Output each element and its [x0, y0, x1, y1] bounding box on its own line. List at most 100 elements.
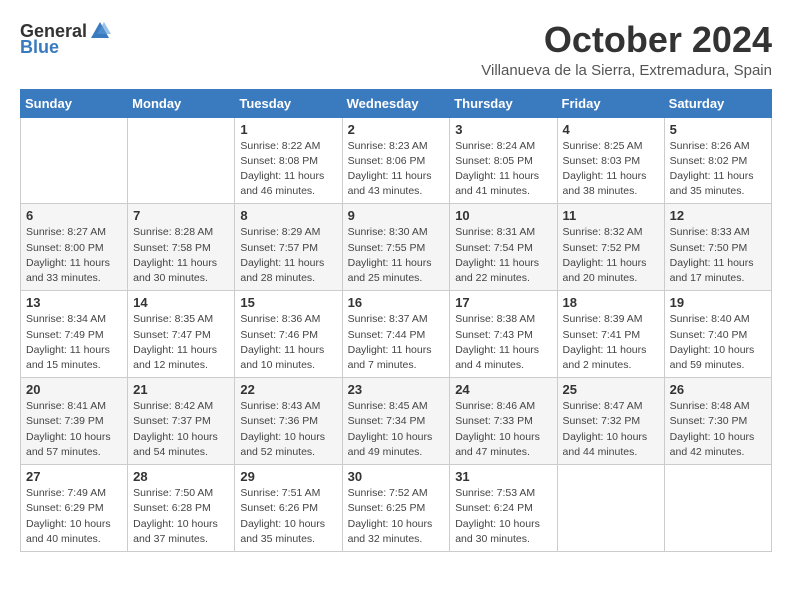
calendar-cell: 17 Sunrise: 8:38 AM Sunset: 7:43 PM Dayli…: [450, 291, 557, 378]
day-number: 5: [670, 122, 766, 137]
day-info: Sunrise: 8:24 AM Sunset: 8:05 PM Dayligh…: [455, 139, 551, 200]
day-info: Sunrise: 8:30 AM Sunset: 7:55 PM Dayligh…: [348, 225, 445, 286]
day-number: 19: [670, 295, 766, 310]
calendar-cell: 16 Sunrise: 8:37 AM Sunset: 7:44 PM Dayli…: [342, 291, 450, 378]
day-number: 6: [26, 208, 122, 223]
calendar-cell: 28 Sunrise: 7:50 AM Sunset: 6:28 PM Dayli…: [128, 465, 235, 552]
calendar-week-row: 1 Sunrise: 8:22 AM Sunset: 8:08 PM Daylig…: [21, 117, 772, 204]
day-number: 29: [240, 469, 336, 484]
page-header: General Blue October 2024 Villanueva de …: [20, 20, 772, 79]
calendar-cell: 23Sunrise: 8:45 AM Sunset: 7:34 PM Dayli…: [342, 378, 450, 465]
calendar-cell: 3Sunrise: 8:24 AM Sunset: 8:05 PM Daylig…: [450, 117, 557, 204]
day-info: Sunrise: 8:28 AM Sunset: 7:58 PM Dayligh…: [133, 225, 229, 286]
calendar-cell: [21, 117, 128, 204]
day-number: 9: [348, 208, 445, 223]
day-number: 21: [133, 382, 229, 397]
day-info: Sunrise: 8:41 AM Sunset: 7:39 PM Dayligh…: [26, 399, 122, 460]
day-info: Sunrise: 8:23 AM Sunset: 8:06 PM Dayligh…: [348, 139, 445, 200]
day-info: Sunrise: 8:45 AM Sunset: 7:34 PM Dayligh…: [348, 399, 445, 460]
day-number: 13: [26, 295, 122, 310]
calendar-cell: 29 Sunrise: 7:51 AM Sunset: 6:26 PM Dayli…: [235, 465, 342, 552]
calendar-cell: 1 Sunrise: 8:22 AM Sunset: 8:08 PM Daylig…: [235, 117, 342, 204]
weekday-header-wednesday: Wednesday: [342, 89, 450, 117]
day-info: Sunrise: 8:35 AM Sunset: 7:47 PM Dayligh…: [133, 312, 229, 373]
day-info: Sunrise: 7:51 AM Sunset: 6:26 PM Dayligh…: [240, 486, 336, 547]
calendar-cell: 21Sunrise: 8:42 AM Sunset: 7:37 PM Dayli…: [128, 378, 235, 465]
calendar-cell: [664, 465, 771, 552]
day-number: 26: [670, 382, 766, 397]
weekday-header-sunday: Sunday: [21, 89, 128, 117]
day-info: Sunrise: 8:37 AM Sunset: 7:44 PM Dayligh…: [348, 312, 445, 373]
day-info: Sunrise: 8:48 AM Sunset: 7:30 PM Dayligh…: [670, 399, 766, 460]
calendar-cell: 7 Sunrise: 8:28 AM Sunset: 7:58 PM Daylig…: [128, 204, 235, 291]
calendar-week-row: 20 Sunrise: 8:41 AM Sunset: 7:39 PM Dayli…: [21, 378, 772, 465]
weekday-header-thursday: Thursday: [450, 89, 557, 117]
day-number: 28: [133, 469, 229, 484]
calendar-cell: 27 Sunrise: 7:49 AM Sunset: 6:29 PM Dayli…: [21, 465, 128, 552]
calendar-cell: 18 Sunrise: 8:39 AM Sunset: 7:41 PM Dayli…: [557, 291, 664, 378]
weekday-header-friday: Friday: [557, 89, 664, 117]
day-info: Sunrise: 8:43 AM Sunset: 7:36 PM Dayligh…: [240, 399, 336, 460]
day-info: Sunrise: 8:31 AM Sunset: 7:54 PM Dayligh…: [455, 225, 551, 286]
day-number: 20: [26, 382, 122, 397]
calendar-cell: 22 Sunrise: 8:43 AM Sunset: 7:36 PM Dayli…: [235, 378, 342, 465]
calendar-week-row: 27 Sunrise: 7:49 AM Sunset: 6:29 PM Dayli…: [21, 465, 772, 552]
day-number: 1: [240, 122, 336, 137]
day-info: Sunrise: 8:29 AM Sunset: 7:57 PM Dayligh…: [240, 225, 336, 286]
day-info: Sunrise: 8:27 AM Sunset: 8:00 PM Dayligh…: [26, 225, 122, 286]
day-number: 27: [26, 469, 122, 484]
calendar-cell: 14 Sunrise: 8:35 AM Sunset: 7:47 PM Dayli…: [128, 291, 235, 378]
day-number: 7: [133, 208, 229, 223]
calendar-cell: 4Sunrise: 8:25 AM Sunset: 8:03 PM Daylig…: [557, 117, 664, 204]
calendar-cell: 2 Sunrise: 8:23 AM Sunset: 8:06 PM Daylig…: [342, 117, 450, 204]
day-info: Sunrise: 8:32 AM Sunset: 7:52 PM Dayligh…: [563, 225, 659, 286]
day-info: Sunrise: 8:47 AM Sunset: 7:32 PM Dayligh…: [563, 399, 659, 460]
day-info: Sunrise: 7:53 AM Sunset: 6:24 PM Dayligh…: [455, 486, 551, 547]
day-info: Sunrise: 8:33 AM Sunset: 7:50 PM Dayligh…: [670, 225, 766, 286]
calendar-cell: 11 Sunrise: 8:32 AM Sunset: 7:52 PM Dayli…: [557, 204, 664, 291]
calendar-cell: 20 Sunrise: 8:41 AM Sunset: 7:39 PM Dayli…: [21, 378, 128, 465]
month-title: October 2024: [481, 20, 772, 60]
day-number: 12: [670, 208, 766, 223]
day-number: 8: [240, 208, 336, 223]
day-info: Sunrise: 8:22 AM Sunset: 8:08 PM Dayligh…: [240, 139, 336, 200]
day-number: 14: [133, 295, 229, 310]
day-info: Sunrise: 8:38 AM Sunset: 7:43 PM Dayligh…: [455, 312, 551, 373]
title-block: October 2024 Villanueva de la Sierra, Ex…: [481, 20, 772, 79]
day-info: Sunrise: 8:34 AM Sunset: 7:49 PM Dayligh…: [26, 312, 122, 373]
day-number: 16: [348, 295, 445, 310]
location-title: Villanueva de la Sierra, Extremadura, Sp…: [481, 62, 772, 79]
day-number: 11: [563, 208, 659, 223]
calendar-cell: [557, 465, 664, 552]
logo-blue: Blue: [20, 38, 59, 56]
calendar-cell: 25 Sunrise: 8:47 AM Sunset: 7:32 PM Dayli…: [557, 378, 664, 465]
day-info: Sunrise: 8:36 AM Sunset: 7:46 PM Dayligh…: [240, 312, 336, 373]
calendar-cell: 5 Sunrise: 8:26 AM Sunset: 8:02 PM Daylig…: [664, 117, 771, 204]
calendar-cell: 26 Sunrise: 8:48 AM Sunset: 7:30 PM Dayli…: [664, 378, 771, 465]
day-number: 22: [240, 382, 336, 397]
logo: General Blue: [20, 20, 111, 56]
day-info: Sunrise: 8:40 AM Sunset: 7:40 PM Dayligh…: [670, 312, 766, 373]
day-number: 15: [240, 295, 336, 310]
calendar-cell: 10Sunrise: 8:31 AM Sunset: 7:54 PM Dayli…: [450, 204, 557, 291]
calendar-cell: 9 Sunrise: 8:30 AM Sunset: 7:55 PM Daylig…: [342, 204, 450, 291]
day-info: Sunrise: 8:26 AM Sunset: 8:02 PM Dayligh…: [670, 139, 766, 200]
day-info: Sunrise: 8:46 AM Sunset: 7:33 PM Dayligh…: [455, 399, 551, 460]
logo-icon: [89, 20, 111, 42]
day-info: Sunrise: 7:50 AM Sunset: 6:28 PM Dayligh…: [133, 486, 229, 547]
day-number: 2: [348, 122, 445, 137]
weekday-header-row: SundayMondayTuesdayWednesdayThursdayFrid…: [21, 89, 772, 117]
calendar-week-row: 13 Sunrise: 8:34 AM Sunset: 7:49 PM Dayli…: [21, 291, 772, 378]
day-info: Sunrise: 7:52 AM Sunset: 6:25 PM Dayligh…: [348, 486, 445, 547]
day-info: Sunrise: 8:39 AM Sunset: 7:41 PM Dayligh…: [563, 312, 659, 373]
day-number: 17: [455, 295, 551, 310]
day-number: 18: [563, 295, 659, 310]
day-info: Sunrise: 7:49 AM Sunset: 6:29 PM Dayligh…: [26, 486, 122, 547]
day-number: 25: [563, 382, 659, 397]
weekday-header-saturday: Saturday: [664, 89, 771, 117]
calendar-cell: 30Sunrise: 7:52 AM Sunset: 6:25 PM Dayli…: [342, 465, 450, 552]
calendar-cell: 8 Sunrise: 8:29 AM Sunset: 7:57 PM Daylig…: [235, 204, 342, 291]
day-number: 24: [455, 382, 551, 397]
calendar-cell: 31Sunrise: 7:53 AM Sunset: 6:24 PM Dayli…: [450, 465, 557, 552]
calendar-cell: 19 Sunrise: 8:40 AM Sunset: 7:40 PM Dayli…: [664, 291, 771, 378]
